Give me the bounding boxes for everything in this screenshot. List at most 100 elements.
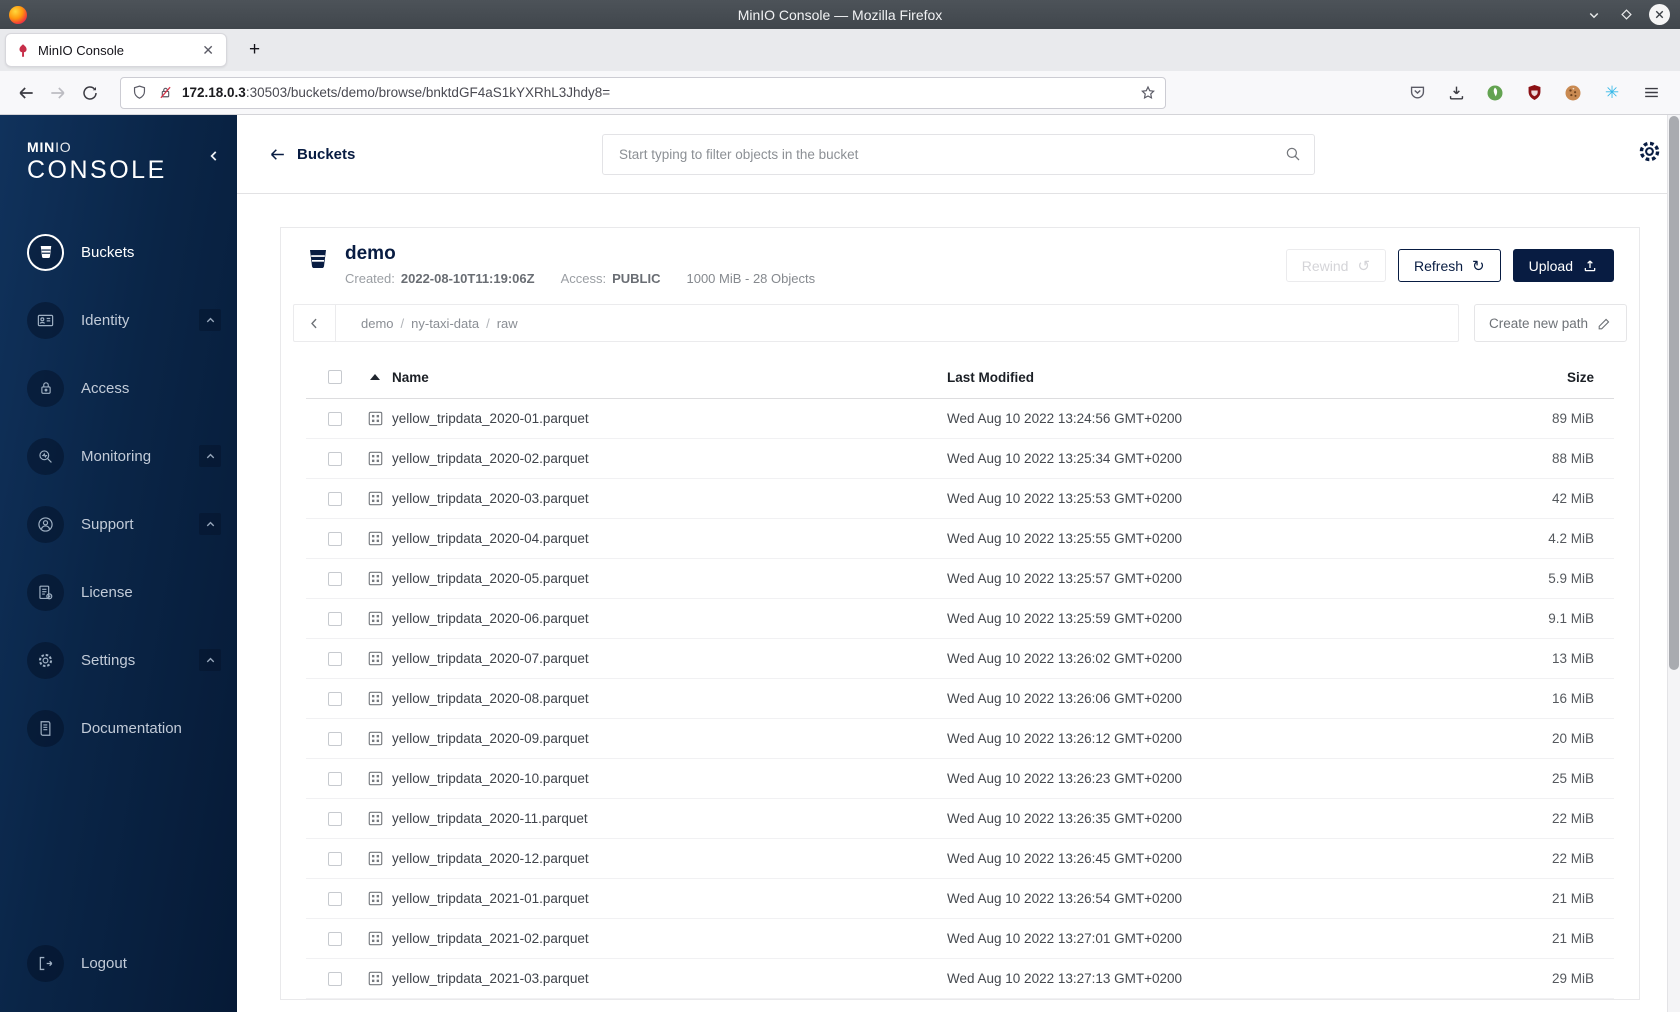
sidebar-collapse-icon[interactable] bbox=[207, 149, 221, 168]
extension-green-icon[interactable] bbox=[1482, 80, 1508, 106]
object-name[interactable]: yellow_tripdata_2020-04.parquet bbox=[392, 531, 947, 546]
object-name[interactable]: yellow_tripdata_2020-01.parquet bbox=[392, 411, 947, 426]
object-name[interactable]: yellow_tripdata_2020-08.parquet bbox=[392, 691, 947, 706]
object-name[interactable]: yellow_tripdata_2020-09.parquet bbox=[392, 731, 947, 746]
page-scrollbar[interactable] bbox=[1667, 115, 1680, 1012]
object-filter-search[interactable] bbox=[602, 133, 1315, 175]
sidebar-item-access[interactable]: Access bbox=[0, 367, 237, 409]
column-header-size[interactable]: Size bbox=[1482, 370, 1594, 385]
row-checkbox[interactable] bbox=[328, 851, 342, 866]
object-name[interactable]: yellow_tripdata_2020-10.parquet bbox=[392, 771, 947, 786]
row-checkbox[interactable] bbox=[328, 451, 342, 466]
object-name[interactable]: yellow_tripdata_2020-07.parquet bbox=[392, 651, 947, 666]
rewind-button[interactable]: Rewind ↺ bbox=[1285, 249, 1387, 282]
insecure-lock-icon[interactable] bbox=[157, 84, 174, 101]
ublock-shield-icon[interactable] bbox=[1521, 80, 1547, 106]
upload-button[interactable]: Upload bbox=[1512, 249, 1614, 282]
tracking-shield-icon[interactable] bbox=[131, 84, 148, 101]
row-checkbox[interactable] bbox=[328, 531, 342, 546]
scrollbar-thumb[interactable] bbox=[1669, 116, 1679, 670]
sort-ascending-icon[interactable] bbox=[370, 374, 380, 380]
collapse-chevron-icon[interactable] bbox=[199, 309, 221, 331]
table-row[interactable]: yellow_tripdata_2020-12.parquet Wed Aug … bbox=[306, 839, 1614, 879]
table-row[interactable]: yellow_tripdata_2020-11.parquet Wed Aug … bbox=[306, 799, 1614, 839]
object-name[interactable]: yellow_tripdata_2020-05.parquet bbox=[392, 571, 947, 586]
table-row[interactable]: yellow_tripdata_2021-03.parquet Wed Aug … bbox=[306, 959, 1614, 999]
table-row[interactable]: yellow_tripdata_2020-01.parquet Wed Aug … bbox=[306, 399, 1614, 439]
object-name[interactable]: yellow_tripdata_2020-11.parquet bbox=[392, 811, 947, 826]
forward-icon[interactable] bbox=[42, 77, 74, 109]
pocket-icon[interactable] bbox=[1404, 80, 1430, 106]
create-new-path-button[interactable]: Create new path bbox=[1474, 304, 1627, 342]
row-checkbox[interactable] bbox=[328, 691, 342, 706]
row-checkbox[interactable] bbox=[328, 491, 342, 506]
breadcrumb-segment[interactable]: raw bbox=[497, 316, 518, 331]
cookie-extension-icon[interactable] bbox=[1560, 80, 1586, 106]
url-text[interactable]: 172.18.0.3:30503/buckets/demo/browse/bnk… bbox=[182, 85, 1139, 100]
table-row[interactable]: yellow_tripdata_2020-07.parquet Wed Aug … bbox=[306, 639, 1614, 679]
object-name[interactable]: yellow_tripdata_2021-03.parquet bbox=[392, 971, 947, 986]
sidebar-item-settings[interactable]: Settings bbox=[0, 639, 237, 681]
collapse-chevron-icon[interactable] bbox=[199, 649, 221, 671]
path-back-chevron-icon[interactable] bbox=[294, 305, 336, 341]
window-minimize-icon[interactable] bbox=[1583, 4, 1604, 25]
created-label: Created: bbox=[345, 271, 395, 286]
window-close-icon[interactable] bbox=[1649, 4, 1670, 25]
downloads-icon[interactable] bbox=[1443, 80, 1469, 106]
table-row[interactable]: yellow_tripdata_2021-01.parquet Wed Aug … bbox=[306, 879, 1614, 919]
row-checkbox[interactable] bbox=[328, 811, 342, 826]
row-checkbox[interactable] bbox=[328, 571, 342, 586]
table-row[interactable]: yellow_tripdata_2020-05.parquet Wed Aug … bbox=[306, 559, 1614, 599]
sidebar-item-documentation[interactable]: Documentation bbox=[0, 707, 237, 749]
sidebar-item-monitoring[interactable]: Monitoring bbox=[0, 435, 237, 477]
object-name[interactable]: yellow_tripdata_2020-02.parquet bbox=[392, 451, 947, 466]
table-row[interactable]: yellow_tripdata_2020-09.parquet Wed Aug … bbox=[306, 719, 1614, 759]
row-checkbox[interactable] bbox=[328, 651, 342, 666]
sidebar-item-logout[interactable]: Logout bbox=[0, 942, 237, 984]
tab-minio-console[interactable]: MinIO Console ✕ bbox=[5, 33, 227, 67]
select-all-checkbox[interactable] bbox=[328, 370, 342, 384]
row-checkbox[interactable] bbox=[328, 731, 342, 746]
object-name[interactable]: yellow_tripdata_2020-06.parquet bbox=[392, 611, 947, 626]
row-checkbox[interactable] bbox=[328, 411, 342, 426]
bookmark-star-icon[interactable] bbox=[1139, 84, 1157, 102]
sidebar-item-identity[interactable]: Identity bbox=[0, 299, 237, 341]
refresh-button[interactable]: Refresh ↻ bbox=[1398, 249, 1501, 282]
object-name[interactable]: yellow_tripdata_2021-01.parquet bbox=[392, 891, 947, 906]
menu-hamburger-icon[interactable] bbox=[1638, 80, 1664, 106]
object-name[interactable]: yellow_tripdata_2020-03.parquet bbox=[392, 491, 947, 506]
row-checkbox[interactable] bbox=[328, 611, 342, 626]
object-name[interactable]: yellow_tripdata_2020-12.parquet bbox=[392, 851, 947, 866]
new-tab-button[interactable]: + bbox=[241, 39, 268, 61]
table-row[interactable]: yellow_tripdata_2021-02.parquet Wed Aug … bbox=[306, 919, 1614, 959]
collapse-chevron-icon[interactable] bbox=[199, 513, 221, 535]
reload-icon[interactable] bbox=[74, 77, 106, 109]
table-row[interactable]: yellow_tripdata_2020-03.parquet Wed Aug … bbox=[306, 479, 1614, 519]
collapse-chevron-icon[interactable] bbox=[199, 445, 221, 467]
row-checkbox[interactable] bbox=[328, 971, 342, 986]
sidebar-item-support[interactable]: Support bbox=[0, 503, 237, 545]
row-checkbox[interactable] bbox=[328, 931, 342, 946]
table-row[interactable]: yellow_tripdata_2020-10.parquet Wed Aug … bbox=[306, 759, 1614, 799]
object-name[interactable]: yellow_tripdata_2021-02.parquet bbox=[392, 931, 947, 946]
table-row[interactable]: yellow_tripdata_2020-06.parquet Wed Aug … bbox=[306, 599, 1614, 639]
window-maximize-icon[interactable] bbox=[1616, 4, 1637, 25]
column-header-last-modified[interactable]: Last Modified bbox=[947, 370, 1482, 385]
url-bar[interactable]: 172.18.0.3:30503/buckets/demo/browse/bnk… bbox=[120, 76, 1166, 109]
breadcrumb-segment[interactable]: ny-taxi-data bbox=[411, 316, 479, 331]
table-row[interactable]: yellow_tripdata_2020-08.parquet Wed Aug … bbox=[306, 679, 1614, 719]
row-checkbox[interactable] bbox=[328, 771, 342, 786]
back-icon[interactable] bbox=[10, 77, 42, 109]
table-row[interactable]: yellow_tripdata_2020-02.parquet Wed Aug … bbox=[306, 439, 1614, 479]
sidebar-item-buckets[interactable]: Buckets bbox=[0, 231, 237, 273]
back-to-buckets-link[interactable]: Buckets bbox=[268, 145, 355, 164]
breadcrumb-segment[interactable]: demo bbox=[361, 316, 394, 331]
sidebar-item-license[interactable]: License bbox=[0, 571, 237, 613]
table-row[interactable]: yellow_tripdata_2020-04.parquet Wed Aug … bbox=[306, 519, 1614, 559]
console-settings-gear-icon[interactable] bbox=[1636, 138, 1663, 170]
column-header-name[interactable]: Name bbox=[392, 370, 947, 385]
extension-asterisk-icon[interactable]: ✳ bbox=[1599, 80, 1625, 106]
search-input[interactable] bbox=[619, 146, 1284, 162]
row-checkbox[interactable] bbox=[328, 891, 342, 906]
tab-close-icon[interactable]: ✕ bbox=[198, 40, 218, 61]
